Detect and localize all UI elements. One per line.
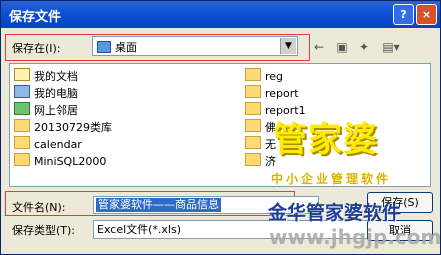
filename-label: 文件名(N): — [12, 201, 66, 214]
document-folder-icon — [14, 68, 30, 81]
list-item[interactable]: reg — [245, 68, 283, 86]
list-item[interactable]: calendar — [14, 136, 82, 154]
list-item[interactable]: 济 — [245, 153, 276, 171]
network-icon — [14, 102, 30, 115]
folder-icon — [245, 119, 261, 132]
location-value: 桌面 — [115, 41, 137, 54]
dialog-title: 保存文件 — [9, 10, 62, 25]
folder-icon — [245, 85, 261, 98]
back-icon[interactable]: ← — [310, 38, 328, 56]
views-menu-icon[interactable]: ▤▾ — [379, 38, 403, 56]
watermark-url: www.jhgjp.com — [269, 225, 441, 249]
folder-icon — [245, 102, 261, 115]
filetype-label: 保存类型(T): — [12, 224, 76, 237]
list-item[interactable]: report — [245, 85, 299, 103]
folder-icon — [14, 136, 30, 149]
up-folder-icon[interactable]: ▣ — [333, 38, 351, 56]
close-button[interactable]: × — [416, 4, 437, 25]
list-item[interactable]: 我的文档 — [14, 68, 78, 86]
new-folder-icon[interactable]: ✦ — [355, 38, 373, 56]
location-combo[interactable]: 桌面 ▼ — [92, 36, 298, 56]
computer-icon — [14, 85, 30, 98]
help-button[interactable]: ? — [393, 4, 414, 25]
list-item[interactable]: 佛 — [245, 119, 276, 137]
chevron-down-icon[interactable]: ▼ — [280, 38, 296, 54]
list-item[interactable]: MiniSQL2000 — [14, 153, 106, 171]
watermark-title: 管家婆 — [273, 120, 378, 160]
title-bar: 保存文件 ? × — [1, 1, 440, 28]
watermark-brand: 金华管家婆软件 — [268, 202, 402, 224]
folder-icon — [14, 119, 30, 132]
watermark-subtitle: 中小企业管理软件 — [271, 172, 392, 186]
folder-icon — [245, 68, 261, 81]
folder-icon — [14, 153, 30, 166]
folder-icon — [245, 153, 261, 166]
save-file-dialog: 保存文件 ? × 保存在(I): 桌面 ▼ ← ▣ ✦ ▤▾ 我的文档 我的电脑… — [0, 0, 441, 255]
location-label: 保存在(I): — [12, 42, 61, 55]
folder-icon — [245, 136, 261, 149]
list-item[interactable]: 网上邻居 — [14, 102, 78, 120]
desktop-icon — [97, 41, 111, 53]
list-item[interactable]: 我的电脑 — [14, 85, 78, 103]
list-item[interactable]: 无 — [245, 136, 276, 154]
list-item[interactable]: 20130729类库 — [14, 119, 112, 137]
filename-value: 管家婆软件——商品信息 — [96, 198, 221, 212]
filetype-value: Excel文件(*.xls) — [97, 223, 182, 236]
